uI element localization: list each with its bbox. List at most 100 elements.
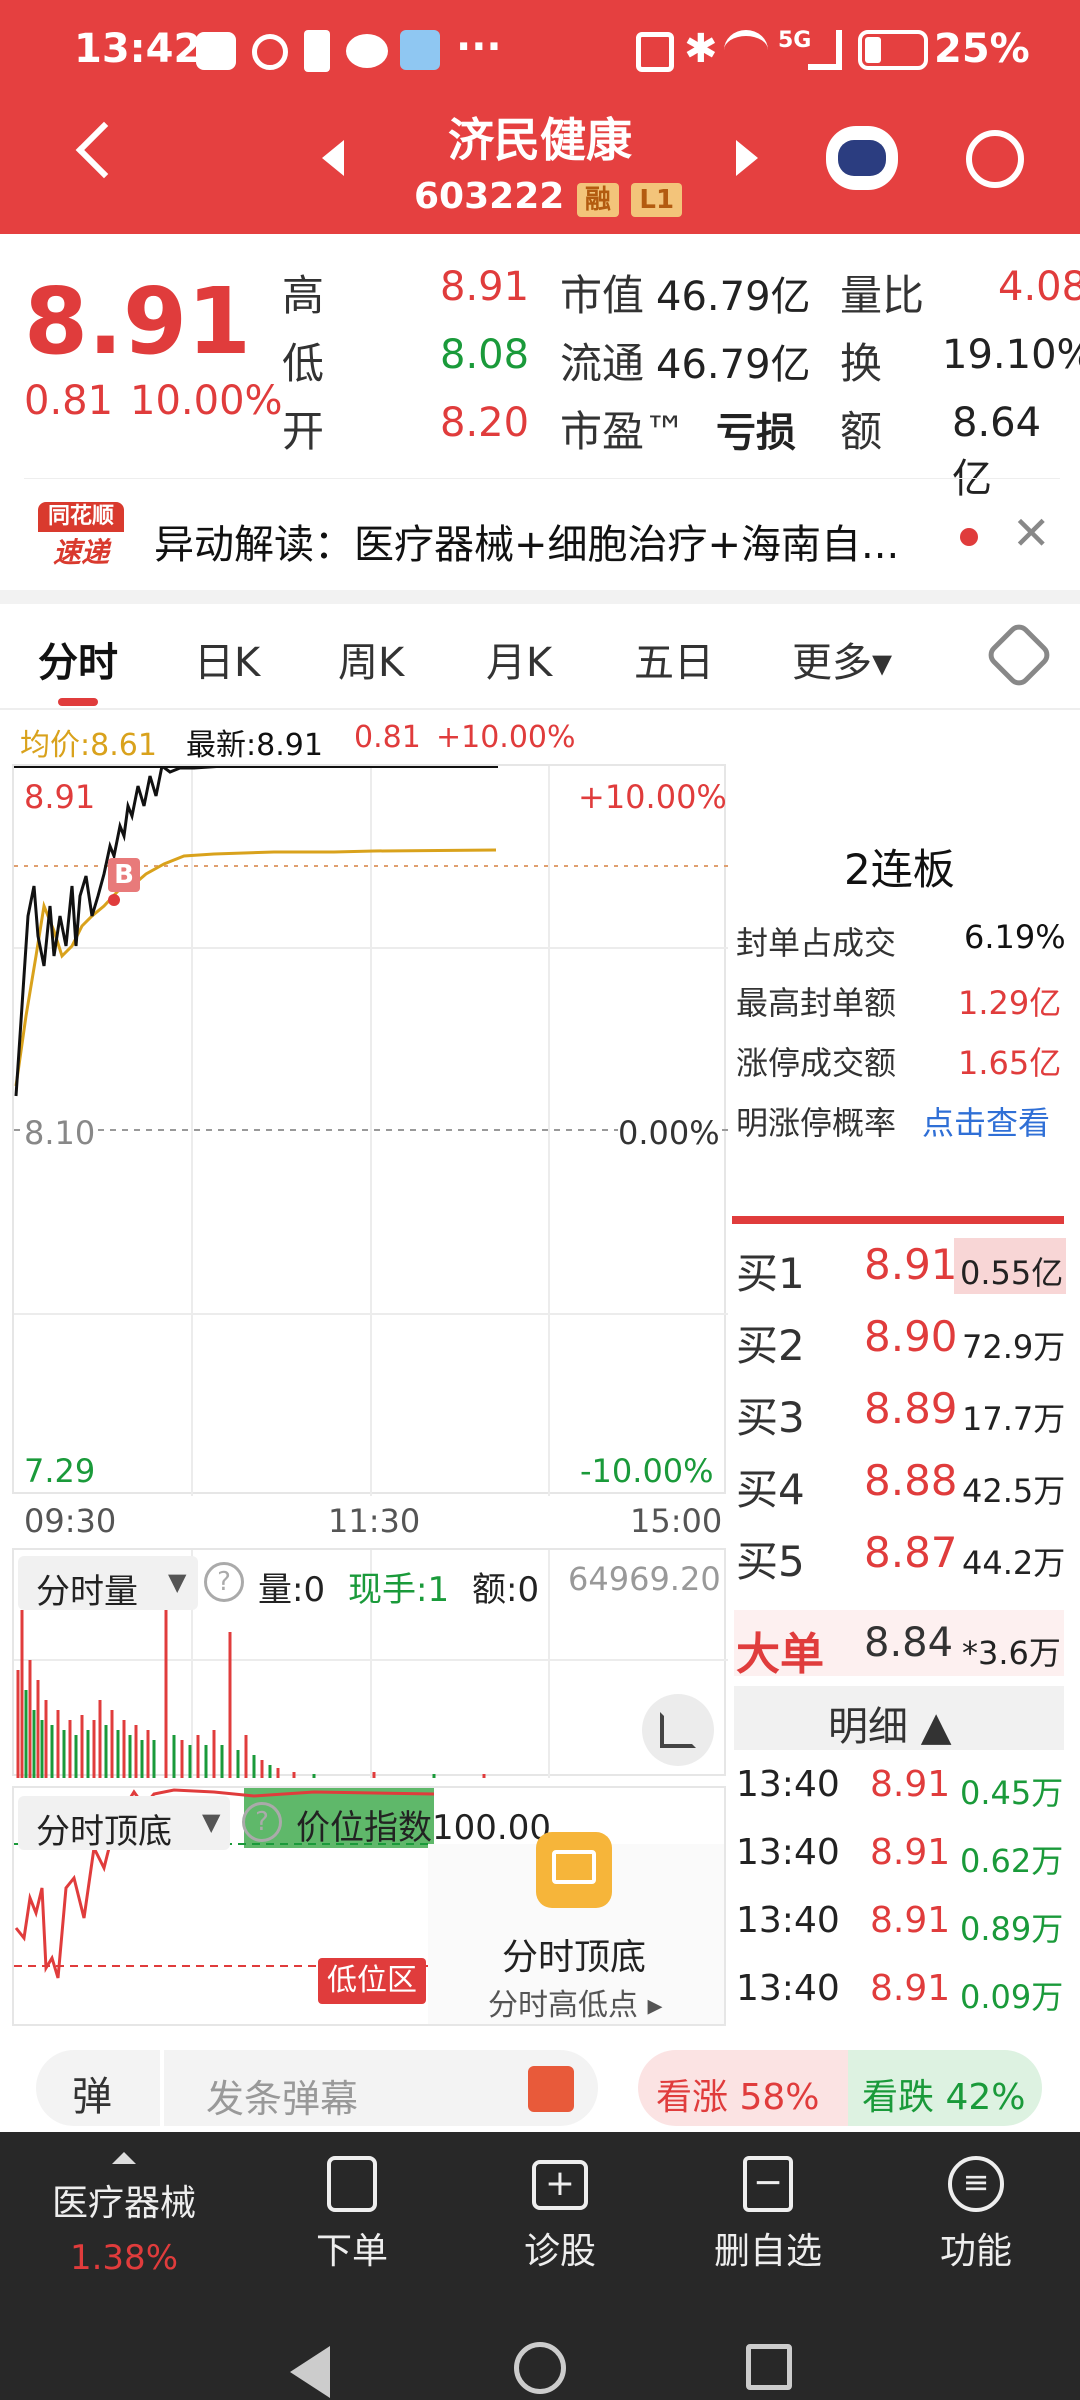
buy-marker[interactable]: B <box>108 858 140 892</box>
nav-diagnose-label: 诊股 <box>523 2231 596 2272</box>
volume-max: 64969.20 <box>568 1560 721 1598</box>
nav-order[interactable]: 下单 <box>262 2156 442 2274</box>
danmu-toggle[interactable]: 弹 <box>36 2050 160 2126</box>
detail-price: 8.91 <box>870 1968 951 2009</box>
bearish-button[interactable]: 看跌 42% <box>848 2050 1042 2126</box>
chat-icon <box>346 34 388 68</box>
time-axis-end: 15:00 <box>630 1502 723 1540</box>
big-order-volume: *3.6万 <box>962 1634 1061 1672</box>
indicator-selector[interactable]: 分时顶底 ▼ <box>18 1796 230 1852</box>
y-axis-mid: 8.10 <box>24 1114 96 1152</box>
vol-ratio-label: 量比 <box>840 271 925 320</box>
system-home-icon[interactable] <box>514 2342 566 2394</box>
open-label: 开 <box>282 407 325 456</box>
danmu-input[interactable]: 发条弹幕 <box>164 2050 598 2126</box>
volume-value: 量:0 <box>258 1570 326 1610</box>
tiktok-icon <box>196 32 236 70</box>
indicator-chart[interactable]: 分时顶底 ▼ ? 价位指数100.00 低位区 分时顶底 分时高低点 ▸ <box>12 1786 726 2026</box>
nav-diagnose[interactable]: + 诊股 <box>470 2156 650 2274</box>
price-index-text: 价位指数100.00 <box>296 1808 551 1848</box>
battery-icon <box>858 30 928 70</box>
ths-logo: 同花顺 速递 <box>38 502 124 574</box>
tab-five-day[interactable]: 五日 <box>634 630 714 688</box>
tomorrow-prob-link[interactable]: 点击查看 <box>922 1098 1050 1144</box>
order-book-row: 买3 8.89 17.7万 <box>736 1378 1066 1444</box>
volume-chart[interactable]: 分时量 ▼ ? 量:0 现手:1 额:0 64969.20 <box>12 1548 728 1778</box>
indicator-selector-label: 分时顶底 <box>36 1812 172 1852</box>
stock-name: 济民健康 <box>448 113 632 167</box>
level-badge: L1 <box>631 183 683 217</box>
y-axis-top: 8.91 <box>24 778 96 816</box>
buy-point-dot <box>108 894 120 906</box>
latest-price-label: 最新:8.91 <box>186 728 323 763</box>
limit-amount-label: 涨停成交额 <box>736 1044 897 1082</box>
bid-label: 买3 <box>736 1393 805 1442</box>
detail-volume: 0.09万 <box>960 1978 1064 2016</box>
high-label: 高 <box>282 271 325 320</box>
detail-time: 13:40 <box>736 1968 840 2009</box>
gift-icon[interactable] <box>528 2066 574 2112</box>
bullish-button[interactable]: 看涨 58% <box>638 2050 848 2126</box>
sector-item[interactable]: 医疗器械 1.38% <box>34 2144 214 2278</box>
volume-selector-label: 分时量 <box>36 1572 138 1612</box>
system-back-icon[interactable] <box>290 2346 330 2398</box>
next-stock-icon[interactable] <box>736 140 758 176</box>
nav-function-label: 功能 <box>939 2231 1012 2272</box>
volume-selector[interactable]: 分时量 ▼ <box>18 1556 198 1612</box>
tomorrow-prob-label: 明涨停概率 <box>736 1104 897 1142</box>
float-value: 46.79亿 <box>656 342 811 388</box>
logo-top: 同花顺 <box>38 502 124 532</box>
pe-value: 亏损 <box>716 410 796 456</box>
news-text: 异动解读：医疗器械+细胞治疗+海南自... <box>154 522 900 568</box>
pct-axis-bottom: -10.00% <box>580 1452 714 1490</box>
danmu-icon: 弹 <box>72 2074 112 2120</box>
big-order-row[interactable]: 大单 8.84 *3.6万 <box>734 1610 1064 1680</box>
details-header[interactable]: 明细 ▲ <box>734 1686 1064 1750</box>
tab-more[interactable]: 更多▾ <box>792 630 892 688</box>
pct-axis-mid: 0.00% <box>618 1114 720 1152</box>
help-icon[interactable]: ? <box>204 1562 244 1602</box>
turnover-label: 换 <box>840 339 883 388</box>
sector-name: 医疗器械 <box>51 2183 196 2224</box>
tab-active-indicator <box>58 698 98 706</box>
limit-up-title: 2连板 <box>844 845 955 894</box>
nav-function[interactable]: ≡ 功能 <box>886 2156 1066 2274</box>
section-gap <box>0 590 1080 604</box>
status-more: ··· <box>456 24 502 70</box>
tab-intraday[interactable]: 分时 <box>38 630 118 688</box>
panel-divider <box>732 1216 1064 1224</box>
search-icon[interactable] <box>966 130 1024 188</box>
chevron-down-icon: ▼ <box>202 1808 221 1836</box>
time-axis-start: 09:30 <box>24 1502 117 1540</box>
chevron-down-icon: ▼ <box>168 1568 187 1596</box>
detail-price: 8.91 <box>870 1832 951 1873</box>
tab-weekly-k[interactable]: 周K <box>338 630 404 688</box>
tab-monthly-k[interactable]: 月K <box>486 630 552 688</box>
low-value: 8.08 <box>440 332 530 378</box>
help-icon[interactable]: ? <box>242 1802 282 1842</box>
robot-assistant-icon[interactable] <box>826 126 898 190</box>
promo-card[interactable]: 分时顶底 分时高低点 ▸ <box>428 1832 724 2024</box>
tab-daily-k[interactable]: 日K <box>194 630 260 688</box>
app-root: 13:42 ··· ✱ 5G 25% 济民健康 603222 融 L1 8.91… <box>0 0 1080 2400</box>
price-chart[interactable]: B 8.91 8.10 7.29 +10.00% 0.00% -10.00% <box>12 764 728 1496</box>
close-icon[interactable]: ✕ <box>1012 506 1051 560</box>
nav-order-label: 下单 <box>315 2231 388 2272</box>
settings-icon[interactable] <box>983 619 1055 691</box>
fullscreen-icon[interactable] <box>642 1694 714 1766</box>
diagnose-icon: + <box>532 2160 588 2210</box>
max-seal-value: 1.29亿 <box>958 984 1062 1022</box>
signal-icon <box>808 30 842 70</box>
system-recents-icon[interactable] <box>746 2344 792 2390</box>
nav-remove-watchlist[interactable]: − 删自选 <box>678 2156 858 2274</box>
divider <box>0 708 1080 710</box>
status-time: 13:42 <box>74 26 202 72</box>
detail-volume: 0.45万 <box>960 1774 1064 1812</box>
header: 13:42 ··· ✱ 5G 25% 济民健康 603222 融 L1 <box>0 0 1080 234</box>
bottom-nav: 医疗器械 1.38% 下单 + 诊股 − 删自选 ≡ 功能 <box>0 2132 1080 2400</box>
danmu-placeholder: 发条弹幕 <box>206 2077 359 2121</box>
price-change-pct: 10.00% <box>130 378 283 424</box>
divider <box>24 478 1060 479</box>
turnover-value: 19.10% <box>942 332 1080 378</box>
news-bar[interactable]: 同花顺 速递 异动解读：医疗器械+细胞治疗+海南自... ✕ <box>0 480 1080 590</box>
